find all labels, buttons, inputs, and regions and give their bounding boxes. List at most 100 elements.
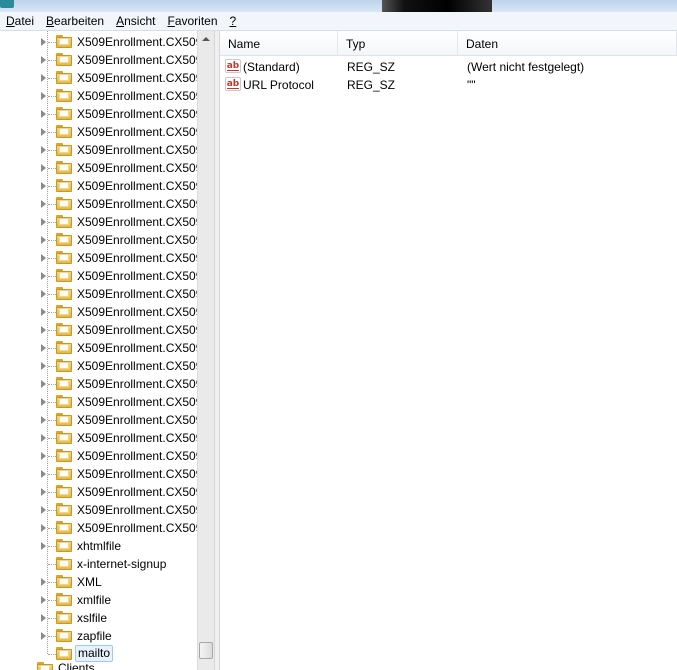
tree-item-label: xmlfile <box>77 593 112 607</box>
tree-item[interactable]: X509Enrollment.CX509 <box>0 357 197 375</box>
tree-branch-line <box>48 438 56 439</box>
expand-arrow-icon[interactable] <box>41 362 46 370</box>
expand-arrow-icon[interactable] <box>41 326 46 334</box>
tree-item-label: X509Enrollment.CX509 <box>77 197 197 211</box>
tree-item[interactable]: X509Enrollment.CX509 <box>0 519 197 537</box>
expand-arrow-icon[interactable] <box>41 398 46 406</box>
tree-item[interactable]: xslfile <box>0 609 197 627</box>
tree-item[interactable]: X509Enrollment.CX509 <box>0 321 197 339</box>
menu-item[interactable]: Datei <box>0 12 40 30</box>
tree-branch-line <box>48 42 56 43</box>
menu-item[interactable]: Favoriten <box>161 12 223 30</box>
tree-item[interactable]: X509Enrollment.CX509 <box>0 33 197 51</box>
expand-arrow-icon[interactable] <box>41 74 46 82</box>
scroll-up-arrow-icon[interactable] <box>198 31 214 48</box>
tree-item[interactable]: X509Enrollment.CX509 <box>0 429 197 447</box>
values-list[interactable]: Name Typ Daten ab (Standard) REG_SZ (Wert nic… <box>220 31 677 670</box>
expand-arrow-icon[interactable] <box>41 470 46 478</box>
tree-item[interactable]: X509Enrollment.CX509 <box>0 447 197 465</box>
tree-item-label: X509Enrollment.CX509 <box>77 143 197 157</box>
tree-item[interactable]: X509Enrollment.CX509 <box>0 339 197 357</box>
expand-arrow-icon[interactable] <box>41 236 46 244</box>
column-header[interactable]: Typ <box>338 31 458 56</box>
tree-item[interactable]: X509Enrollment.CX509 <box>0 393 197 411</box>
expand-arrow-icon[interactable] <box>41 272 46 280</box>
tree-item[interactable]: X509Enrollment.CX509 <box>0 231 197 249</box>
column-header[interactable]: Daten <box>458 31 677 56</box>
expand-arrow-icon[interactable] <box>41 344 46 352</box>
expand-arrow-icon[interactable] <box>41 578 46 586</box>
expand-arrow-icon[interactable] <box>41 200 46 208</box>
expand-arrow-icon[interactable] <box>41 182 46 190</box>
expand-arrow-icon[interactable] <box>41 614 46 622</box>
expand-arrow-icon[interactable] <box>41 452 46 460</box>
expand-arrow-icon[interactable] <box>41 488 46 496</box>
list-header: Name Typ Daten <box>220 31 677 56</box>
menu-item[interactable]: Bearbeiten <box>40 12 110 30</box>
tree-item[interactable]: X509Enrollment.CX509 <box>0 51 197 69</box>
tree-item-label: X509Enrollment.CX509 <box>77 377 197 391</box>
tree-item[interactable]: xmlfile <box>0 591 197 609</box>
tree-item[interactable]: X509Enrollment.CX509 <box>0 411 197 429</box>
expand-arrow-icon[interactable] <box>41 164 46 172</box>
tree-item[interactable]: X509Enrollment.CX509 <box>0 123 197 141</box>
registry-tree[interactable]: X509Enrollment.CX509 X509Enrollment.CX509… <box>0 31 197 670</box>
tree-item[interactable]: X509Enrollment.CX509 <box>0 195 197 213</box>
folder-icon <box>56 197 72 210</box>
tree-item[interactable]: X509Enrollment.CX509 <box>0 465 197 483</box>
expand-arrow-icon[interactable] <box>41 218 46 226</box>
expand-arrow-icon[interactable] <box>41 290 46 298</box>
menu-label: avoriten <box>174 14 218 28</box>
tree-item[interactable]: X509Enrollment.CX509 <box>0 483 197 501</box>
tree-item-label: X509Enrollment.CX509 <box>77 395 197 409</box>
expand-arrow-icon[interactable] <box>41 56 46 64</box>
menu-item[interactable]: Ansicht <box>110 12 161 30</box>
tree-item[interactable]: zapfile <box>0 627 197 645</box>
tree-item[interactable]: Clients <box>0 660 197 670</box>
scroll-thumb[interactable] <box>199 642 213 659</box>
menu-item[interactable]: ? <box>224 12 243 30</box>
expand-arrow-icon[interactable] <box>41 416 46 424</box>
tree-item[interactable]: X509Enrollment.CX509 <box>0 141 197 159</box>
expand-arrow-icon[interactable] <box>41 92 46 100</box>
expand-arrow-icon[interactable] <box>41 434 46 442</box>
expand-arrow-icon[interactable] <box>41 596 46 604</box>
value-row[interactable]: ab (Standard) REG_SZ (Wert nicht festgelegt… <box>220 58 677 76</box>
tree-item[interactable]: X509Enrollment.CX509 <box>0 69 197 87</box>
folder-icon <box>56 71 72 84</box>
expand-arrow-icon[interactable] <box>41 524 46 532</box>
folder-icon <box>56 575 72 588</box>
tree-item[interactable]: X509Enrollment.CX509 <box>0 177 197 195</box>
tree-item[interactable]: X509Enrollment.CX509 <box>0 249 197 267</box>
expand-arrow-icon[interactable] <box>41 506 46 514</box>
tree-scrollbar[interactable] <box>197 31 214 670</box>
expand-arrow-icon[interactable] <box>41 254 46 262</box>
expand-arrow-icon[interactable] <box>41 632 46 640</box>
tree-item[interactable]: X509Enrollment.CX509 <box>0 303 197 321</box>
expand-arrow-icon[interactable] <box>41 38 46 46</box>
folder-icon <box>56 53 72 66</box>
tree-item[interactable]: X509Enrollment.CX509 <box>0 159 197 177</box>
tree-item[interactable]: X509Enrollment.CX509 <box>0 267 197 285</box>
folder-icon <box>56 359 72 372</box>
tree-item[interactable]: X509Enrollment.CX509 <box>0 87 197 105</box>
tree-item[interactable]: x-internet-signup <box>0 555 197 573</box>
tree-item-label: xslfile <box>77 611 108 625</box>
tree-branch-line <box>48 384 56 385</box>
tree-item[interactable]: XML <box>0 573 197 591</box>
tree-item[interactable]: X509Enrollment.CX509 <box>0 285 197 303</box>
tree-item[interactable]: xhtmlfile <box>0 537 197 555</box>
expand-arrow-icon[interactable] <box>41 146 46 154</box>
folder-icon <box>56 269 72 282</box>
expand-arrow-icon[interactable] <box>41 128 46 136</box>
tree-item[interactable]: X509Enrollment.CX509 <box>0 375 197 393</box>
tree-item[interactable]: X509Enrollment.CX509 <box>0 105 197 123</box>
expand-arrow-icon[interactable] <box>41 542 46 550</box>
tree-item[interactable]: X509Enrollment.CX509 <box>0 501 197 519</box>
expand-arrow-icon[interactable] <box>41 308 46 316</box>
tree-item[interactable]: X509Enrollment.CX509 <box>0 213 197 231</box>
expand-arrow-icon[interactable] <box>41 380 46 388</box>
value-row[interactable]: ab URL Protocol REG_SZ "" <box>220 76 677 94</box>
column-header[interactable]: Name <box>220 31 338 56</box>
expand-arrow-icon[interactable] <box>41 110 46 118</box>
